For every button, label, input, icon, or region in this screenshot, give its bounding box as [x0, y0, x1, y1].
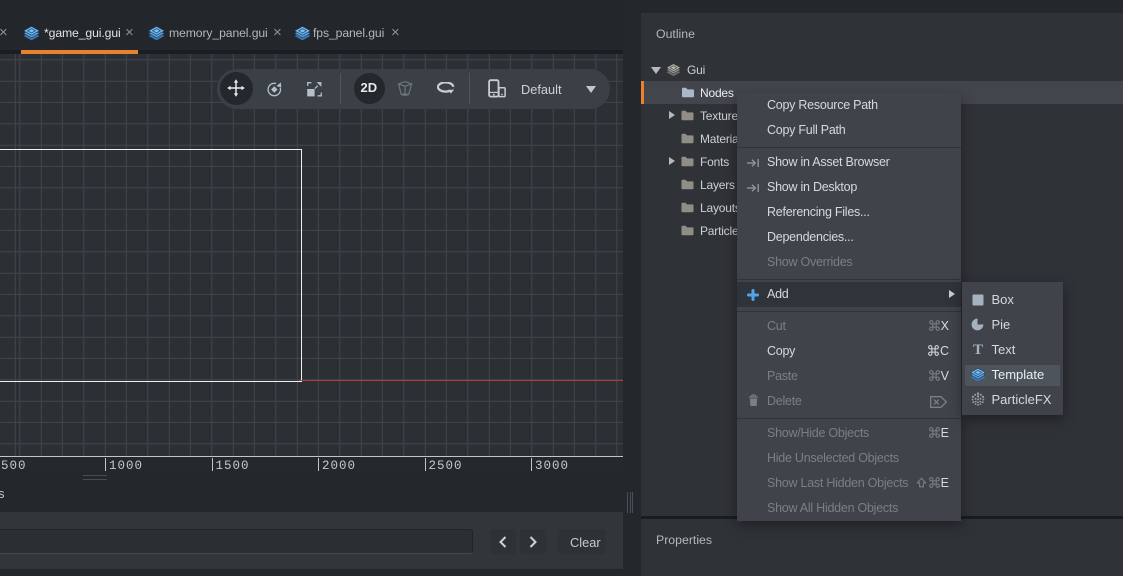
svg-text:T: T — [972, 342, 982, 356]
